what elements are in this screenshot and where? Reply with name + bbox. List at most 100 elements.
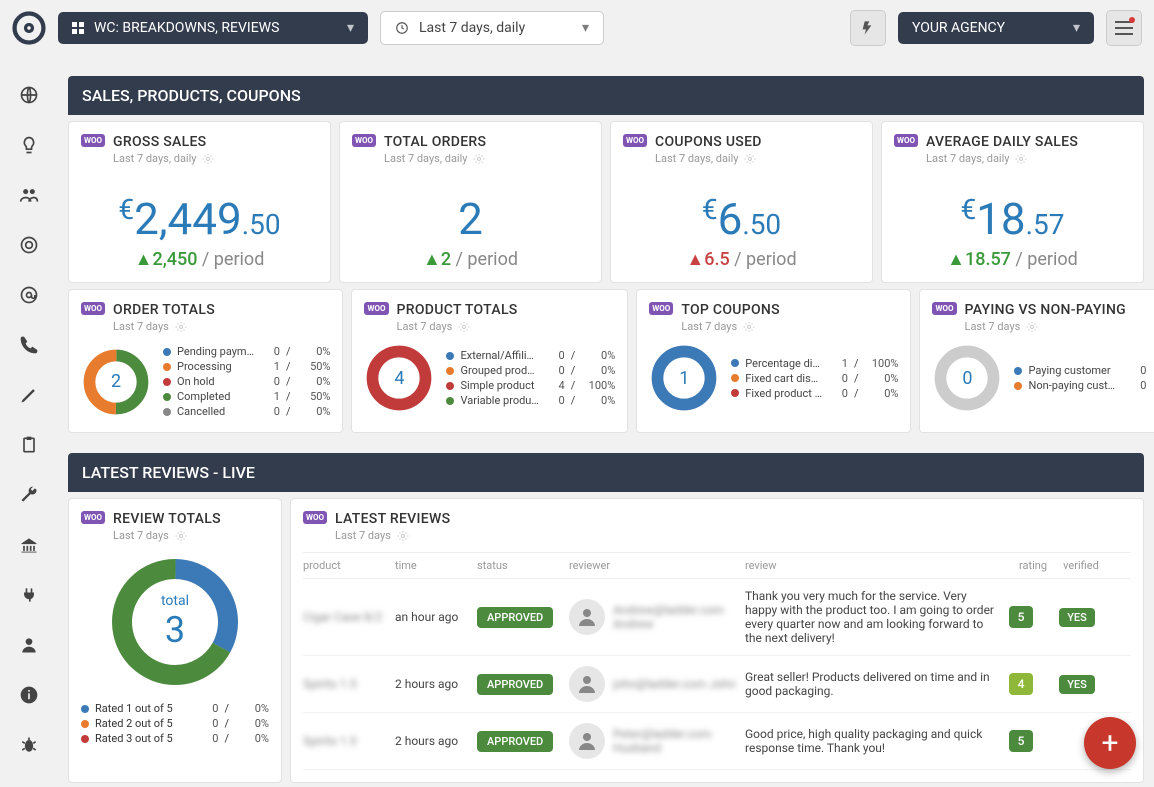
- card-subtitle: Last 7 days: [113, 320, 215, 333]
- legend-dot: [163, 408, 171, 416]
- cell-status: APPROVED: [477, 610, 569, 624]
- cell-review: Good price, high quality packaging and q…: [745, 727, 1009, 755]
- main-content: SALES, PRODUCTS, COUPONS WOO GROSS SALES…: [58, 56, 1154, 787]
- kpi-trend: ▲2 / period: [352, 249, 589, 270]
- clipboard-icon[interactable]: [18, 434, 40, 456]
- rating-badge: 4: [1009, 673, 1033, 695]
- phone-icon[interactable]: [18, 334, 40, 356]
- cell-reviewer: john@ladder.com John: [569, 666, 745, 702]
- donut-center-label: total: [161, 593, 189, 609]
- daterange-selector[interactable]: Last 7 days, daily ▾: [380, 11, 604, 45]
- th-time: time: [395, 559, 477, 572]
- card-subtitle: Last 7 days, daily: [384, 152, 486, 165]
- gear-icon[interactable]: [744, 153, 756, 165]
- flash-button[interactable]: [850, 10, 886, 46]
- legend-name: Completed: [177, 390, 254, 403]
- view-selector[interactable]: WC: BREAKDOWNS, REVIEWS ▾: [58, 12, 368, 44]
- legend-pct: 0%: [581, 394, 615, 407]
- cell-verified: YES: [1057, 610, 1105, 624]
- kpi-card: WOO AVERAGE DAILY SALES Last 7 days, dai…: [881, 121, 1144, 283]
- woo-badge: WOO: [81, 302, 105, 315]
- card-subtitle: Last 7 days, daily: [655, 152, 762, 165]
- gear-icon[interactable]: [175, 530, 187, 542]
- at-icon[interactable]: [18, 284, 40, 306]
- reviews-table-header: product time status reviewer review rati…: [303, 552, 1131, 579]
- gear-icon[interactable]: [175, 321, 187, 333]
- kpi-value: €2,449.50: [81, 193, 318, 245]
- legend-pct: 0%: [235, 732, 269, 745]
- gear-icon[interactable]: [458, 321, 470, 333]
- card-title: GROSS SALES: [113, 134, 214, 150]
- card-title: LATEST REVIEWS: [335, 511, 450, 527]
- status-badge: APPROVED: [477, 674, 553, 695]
- donut-center: 1: [649, 343, 719, 413]
- woo-badge: WOO: [81, 511, 105, 524]
- th-verified: verified: [1057, 559, 1105, 572]
- donut-chart: 1: [649, 343, 719, 413]
- add-button[interactable]: +: [1084, 717, 1136, 769]
- gear-icon[interactable]: [1015, 153, 1027, 165]
- target-icon[interactable]: [18, 234, 40, 256]
- gear-icon[interactable]: [473, 153, 485, 165]
- kpi-trend: ▲6.5 / period: [623, 249, 860, 270]
- section-header-reviews: LATEST REVIEWS - LIVE: [68, 453, 1144, 492]
- legend-dot: [1014, 367, 1022, 375]
- notification-dot: [1129, 17, 1135, 23]
- legend-pct: 100%: [581, 379, 615, 392]
- legend-name: Fixed cart dis…: [745, 372, 822, 385]
- card-title: AVERAGE DAILY SALES: [926, 134, 1078, 150]
- donut-center: 0: [932, 343, 1002, 413]
- card-subtitle: Last 7 days, daily: [926, 152, 1078, 165]
- kpi-trend: ▲18.57 / period: [894, 249, 1131, 270]
- woo-badge: WOO: [932, 302, 956, 315]
- legend-pct: 0%: [581, 364, 615, 377]
- kpi-card: WOO COUPONS USED Last 7 days, daily €6.5…: [610, 121, 873, 283]
- cell-reviewer: Peter@ladder.com Husband: [569, 723, 745, 759]
- section-header-sales: SALES, PRODUCTS, COUPONS: [68, 76, 1144, 115]
- rating-badge: 5: [1009, 606, 1033, 628]
- card-title: TOP COUPONS: [681, 302, 780, 318]
- legend-dot: [1014, 382, 1022, 390]
- legend-name: External/Affili…: [460, 349, 538, 362]
- legend: Paying customer 0 Non-paying customer 0: [1014, 362, 1154, 394]
- card-subtitle: Last 7 days, daily: [113, 152, 214, 165]
- bulb-icon[interactable]: [18, 134, 40, 156]
- legend: Percentage di… 1 / 100% Fixed cart dis… …: [731, 355, 898, 402]
- card-subtitle: Last 7 days: [965, 320, 1127, 333]
- cell-product: Spirits 1.5: [303, 677, 395, 691]
- wrench-icon[interactable]: [18, 484, 40, 506]
- cell-time: 2 hours ago: [395, 677, 477, 691]
- bug-icon[interactable]: [18, 734, 40, 756]
- chevron-down-icon: ▾: [1073, 20, 1080, 36]
- donut-chart: 4: [364, 343, 434, 413]
- people-icon[interactable]: [18, 184, 40, 206]
- legend-name: Simple product: [460, 379, 538, 392]
- cell-reviewer: Andrew@ladder.com Andrew: [569, 599, 745, 635]
- gear-icon[interactable]: [743, 321, 755, 333]
- info-icon[interactable]: [18, 684, 40, 706]
- legend-dot: [163, 348, 171, 356]
- agency-selector[interactable]: YOUR AGENCY ▾: [898, 12, 1094, 44]
- gear-icon[interactable]: [397, 530, 409, 542]
- legend-value: 0: [545, 394, 565, 407]
- table-row: Spirits 1.5 2 hours ago APPROVED john@la…: [303, 656, 1131, 713]
- gear-icon[interactable]: [1026, 321, 1038, 333]
- globe-icon[interactable]: [18, 84, 40, 106]
- bank-icon[interactable]: [18, 534, 40, 556]
- legend-name: Percentage di…: [745, 357, 822, 370]
- legend-value: 1: [828, 357, 848, 370]
- clock-icon: [395, 21, 409, 35]
- card-subtitle: Last 7 days: [681, 320, 780, 333]
- pencil-icon[interactable]: [18, 384, 40, 406]
- legend-dot: [731, 359, 739, 367]
- user-icon[interactable]: [18, 634, 40, 656]
- gear-icon[interactable]: [202, 153, 214, 165]
- donut-row: WOO ORDER TOTALS Last 7 days 2 Pending p…: [68, 289, 1144, 433]
- cell-time: an hour ago: [395, 610, 477, 624]
- legend-name: Rated 2 out of 5: [95, 717, 192, 730]
- top-bar: WC: BREAKDOWNS, REVIEWS ▾ Last 7 days, d…: [0, 0, 1154, 56]
- menu-button[interactable]: [1106, 10, 1142, 46]
- plug-icon[interactable]: [18, 584, 40, 606]
- legend-item: Simple product 4 / 100%: [446, 379, 615, 392]
- legend-name: Processing: [177, 360, 254, 373]
